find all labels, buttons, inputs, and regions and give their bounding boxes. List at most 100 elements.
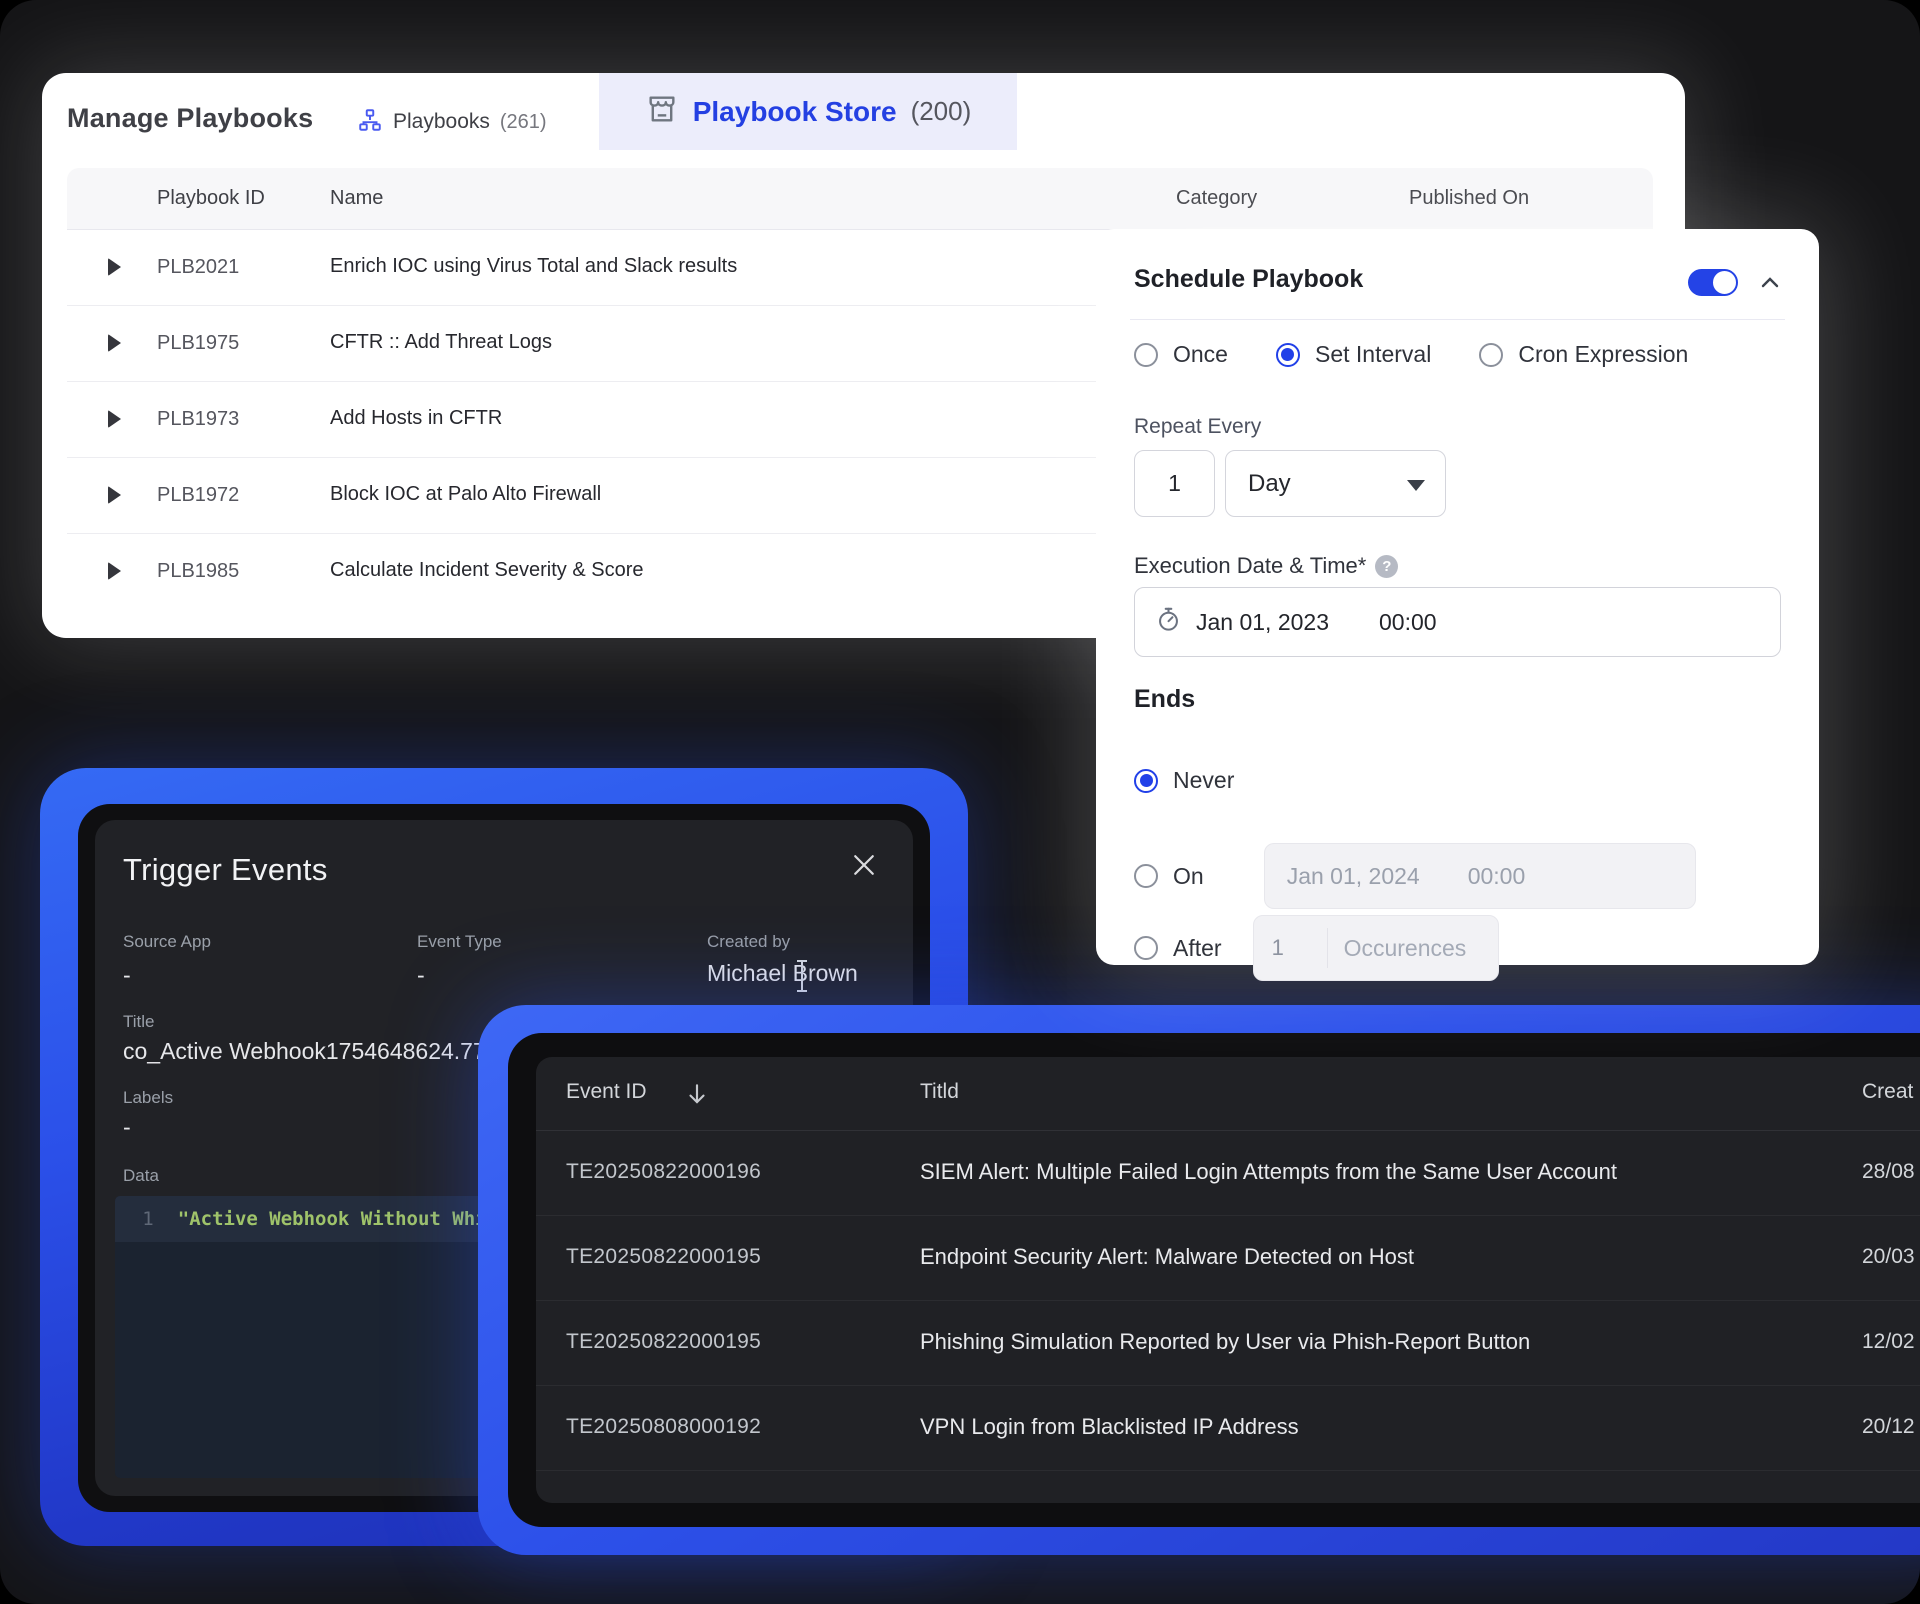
table-row[interactable]: TE20250822000195 Endpoint Security Alert… — [536, 1216, 1920, 1301]
radio-once-label: Once — [1173, 341, 1228, 368]
source-app-value: - — [123, 962, 131, 989]
chevron-up-icon[interactable] — [1758, 271, 1782, 300]
ends-never-label: Never — [1173, 767, 1234, 794]
store-icon — [645, 92, 679, 131]
radio-circle-selected — [1276, 343, 1300, 367]
radio-circle-selected — [1134, 769, 1158, 793]
tab-store-count: (200) — [911, 96, 972, 127]
tab-playbook-store[interactable]: Playbook Store (200) — [599, 73, 1017, 150]
event-title: VPN Login from Blacklisted IP Address — [920, 1414, 1299, 1440]
radio-circle — [1134, 864, 1158, 888]
ends-label: Ends — [1134, 685, 1195, 714]
playbook-id: PLB2021 — [157, 256, 239, 279]
radio-circle — [1479, 343, 1503, 367]
expand-row-icon[interactable] — [108, 562, 121, 580]
radio-interval-label: Set Interval — [1315, 341, 1431, 368]
tab-playbooks-label: Playbooks — [393, 110, 490, 134]
close-icon[interactable] — [849, 850, 879, 880]
expand-row-icon[interactable] — [108, 334, 121, 352]
playbooks-table-header: Playbook ID Name Category Published On — [67, 168, 1653, 230]
radio-circle — [1134, 343, 1158, 367]
help-icon[interactable]: ? — [1375, 555, 1398, 578]
event-date: 20/12 — [1862, 1415, 1915, 1439]
execution-label-text: Execution Date & Time* — [1134, 553, 1366, 579]
radio-ends-never[interactable]: Never — [1134, 767, 1234, 794]
ends-on-datetime-input[interactable]: Jan 01, 2024 00:00 — [1264, 843, 1696, 909]
event-date: 12/02 — [1862, 1330, 1915, 1354]
app-canvas: Manage Playbooks Playbooks (261) — [0, 0, 1920, 1604]
event-title: Endpoint Security Alert: Malware Detecte… — [920, 1244, 1414, 1270]
playbook-id: PLB1973 — [157, 408, 239, 431]
playbook-name: Block IOC at Palo Alto Firewall — [330, 483, 601, 506]
col-event-created[interactable]: Creat — [1862, 1080, 1913, 1104]
col-event-id[interactable]: Event ID — [566, 1080, 647, 1104]
schedule-playbook-panel: Schedule Playbook Once Set Interval Cron… — [1096, 229, 1819, 965]
playbook-name: Enrich IOC using Virus Total and Slack r… — [330, 255, 737, 278]
labels-label: Labels — [123, 1088, 173, 1108]
event-title: SIEM Alert: Multiple Failed Login Attemp… — [920, 1159, 1617, 1185]
radio-ends-after[interactable]: After — [1134, 935, 1222, 962]
event-table-panel: Event ID Titld Creat TE20250822000196 SI… — [536, 1057, 1920, 1503]
col-name: Name — [330, 187, 383, 210]
radio-once[interactable]: Once — [1134, 341, 1228, 368]
col-playbook-id: Playbook ID — [157, 187, 265, 210]
event-id: TE20250822000196 — [566, 1160, 761, 1184]
repeat-unit-select[interactable]: Day — [1225, 450, 1446, 517]
ends-on-label: On — [1173, 863, 1204, 890]
col-category: Category — [1176, 187, 1257, 210]
radio-ends-after-row: After 1 Occurences — [1134, 915, 1499, 981]
ends-after-count-value: 1 — [1254, 928, 1328, 968]
playbook-name: Add Hosts in CFTR — [330, 407, 502, 430]
radio-ends-on[interactable]: On — [1134, 863, 1204, 890]
page-title: Manage Playbooks — [67, 103, 313, 134]
event-table-frame: Event ID Titld Creat TE20250822000196 SI… — [478, 1005, 1920, 1555]
table-row[interactable]: TE20250808000192 VPN Login from Blacklis… — [536, 1386, 1920, 1471]
toggle-knob — [1711, 269, 1738, 296]
created-by-value: Michael Brown — [707, 960, 858, 987]
stopwatch-icon — [1155, 606, 1182, 638]
radio-cron-label: Cron Expression — [1518, 341, 1688, 368]
data-label: Data — [123, 1166, 159, 1186]
tab-playbooks[interactable]: Playbooks (261) — [357, 99, 547, 145]
expand-row-icon[interactable] — [108, 486, 121, 504]
ends-on-date-value: Jan 01, 2024 — [1287, 863, 1420, 890]
col-published-on: Published On — [1409, 187, 1529, 210]
ends-after-placeholder: Occurences — [1328, 935, 1467, 962]
title-label: Title — [123, 1012, 155, 1032]
radio-set-interval[interactable]: Set Interval — [1276, 341, 1431, 368]
event-type-label: Event Type — [417, 932, 502, 952]
execution-date-value: Jan 01, 2023 — [1196, 609, 1329, 636]
execution-time-value: 00:00 — [1379, 609, 1437, 636]
event-id: TE20250808000192 — [566, 1415, 761, 1439]
repeat-unit-value: Day — [1248, 470, 1291, 498]
playbook-name: Calculate Incident Severity & Score — [330, 559, 644, 582]
line-number: 1 — [115, 1208, 154, 1230]
expand-row-icon[interactable] — [108, 258, 121, 276]
radio-cron-expression[interactable]: Cron Expression — [1479, 341, 1688, 368]
labels-value: - — [123, 1114, 131, 1141]
event-date: 20/03 — [1862, 1245, 1915, 1269]
tab-playbooks-count: (261) — [500, 111, 547, 134]
divider — [1130, 319, 1785, 320]
repeat-count-input[interactable]: 1 — [1134, 450, 1215, 517]
playbook-id: PLB1972 — [157, 484, 239, 507]
repeat-every-label: Repeat Every — [1134, 415, 1261, 439]
ends-on-time-value: 00:00 — [1468, 863, 1526, 890]
table-row[interactable]: TE20250822000196 SIEM Alert: Multiple Fa… — [536, 1131, 1920, 1216]
event-table-header: Event ID Titld Creat — [536, 1057, 1920, 1131]
sort-desc-icon[interactable] — [684, 1080, 710, 1114]
schedule-title: Schedule Playbook — [1134, 265, 1363, 294]
event-id: TE20250822000195 — [566, 1245, 761, 1269]
expand-row-icon[interactable] — [108, 410, 121, 428]
table-row[interactable]: TE20250822000195 Phishing Simulation Rep… — [536, 1301, 1920, 1386]
sitemap-icon — [357, 107, 383, 138]
ends-after-occurrences-input[interactable]: 1 Occurences — [1253, 915, 1499, 981]
created-by-label: Created by — [707, 932, 790, 952]
col-event-title[interactable]: Titld — [920, 1080, 959, 1104]
ends-after-label: After — [1173, 935, 1222, 962]
schedule-enabled-toggle[interactable] — [1688, 269, 1736, 296]
event-title: Phishing Simulation Reported by User via… — [920, 1329, 1530, 1355]
playbook-name: CFTR :: Add Threat Logs — [330, 331, 552, 354]
event-table-backdrop: Event ID Titld Creat TE20250822000196 SI… — [508, 1033, 1920, 1527]
execution-datetime-input[interactable]: Jan 01, 2023 00:00 — [1134, 587, 1781, 657]
